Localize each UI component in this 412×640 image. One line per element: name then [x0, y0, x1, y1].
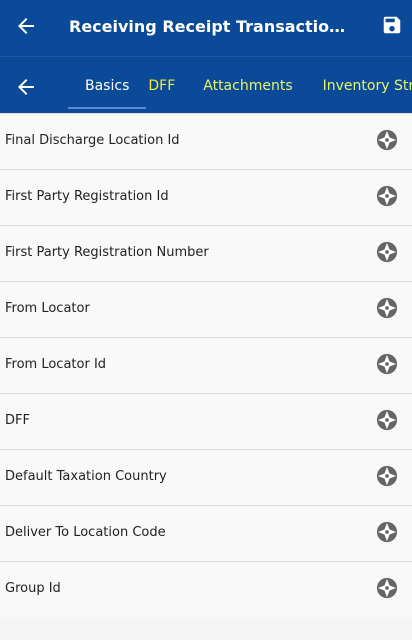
active-tab-underline: [68, 107, 147, 109]
tab-dff[interactable]: DFF: [146, 57, 193, 114]
tab-dff-label: DFF: [148, 77, 176, 94]
aperture-icon[interactable]: [376, 241, 398, 263]
tab-bar: Basics DFF Attachments Inventory Str: [0, 56, 412, 114]
app-root: Receiving Receipt Transaction ... Basics…: [0, 0, 412, 640]
field-label: Group Id: [5, 581, 61, 596]
tab-attachments[interactable]: Attachments: [193, 57, 307, 114]
back-arrow-icon[interactable]: [14, 14, 38, 38]
field-list: Final Discharge Location Id First Party …: [0, 113, 412, 617]
field-label: First Party Registration Id: [5, 189, 169, 204]
save-icon[interactable]: [381, 14, 403, 36]
tab-inventory-label: Inventory Str: [322, 77, 412, 94]
field-label: DFF: [5, 413, 30, 428]
tab-basics[interactable]: Basics: [68, 57, 147, 114]
field-row-from-locator[interactable]: From Locator: [0, 281, 412, 337]
page-title: Receiving Receipt Transaction ...: [69, 17, 354, 36]
tab-inventory[interactable]: Inventory Str: [308, 57, 412, 114]
field-row-group-id[interactable]: Group Id: [0, 561, 412, 617]
field-row-first-party-registration-id[interactable]: First Party Registration Id: [0, 169, 412, 225]
field-label: Final Discharge Location Id: [5, 133, 180, 148]
field-row-deliver-to-location-code[interactable]: Deliver To Location Code: [0, 505, 412, 561]
aperture-icon[interactable]: [376, 521, 398, 543]
field-label: Default Taxation Country: [5, 469, 167, 484]
aperture-icon[interactable]: [376, 465, 398, 487]
field-label: From Locator Id: [5, 357, 107, 372]
tab-back-arrow-icon[interactable]: [14, 75, 38, 99]
aperture-icon[interactable]: [376, 185, 398, 207]
aperture-icon[interactable]: [376, 129, 398, 151]
field-label: From Locator: [5, 301, 90, 316]
field-row-final-discharge-location-id[interactable]: Final Discharge Location Id: [0, 113, 412, 169]
field-row-from-locator-id[interactable]: From Locator Id: [0, 337, 412, 393]
aperture-icon[interactable]: [376, 353, 398, 375]
aperture-icon[interactable]: [376, 577, 398, 599]
aperture-icon[interactable]: [376, 297, 398, 319]
field-label: First Party Registration Number: [5, 245, 209, 260]
aperture-icon[interactable]: [376, 409, 398, 431]
tab-attachments-label: Attachments: [203, 77, 293, 94]
field-row-dff[interactable]: DFF: [0, 393, 412, 449]
field-row-first-party-registration-number[interactable]: First Party Registration Number: [0, 225, 412, 281]
app-header: Receiving Receipt Transaction ...: [0, 0, 412, 56]
field-row-default-taxation-country[interactable]: Default Taxation Country: [0, 449, 412, 505]
tab-list: Basics DFF Attachments Inventory Str: [68, 57, 412, 114]
tab-basics-label: Basics: [85, 77, 130, 94]
field-label: Deliver To Location Code: [5, 525, 166, 540]
